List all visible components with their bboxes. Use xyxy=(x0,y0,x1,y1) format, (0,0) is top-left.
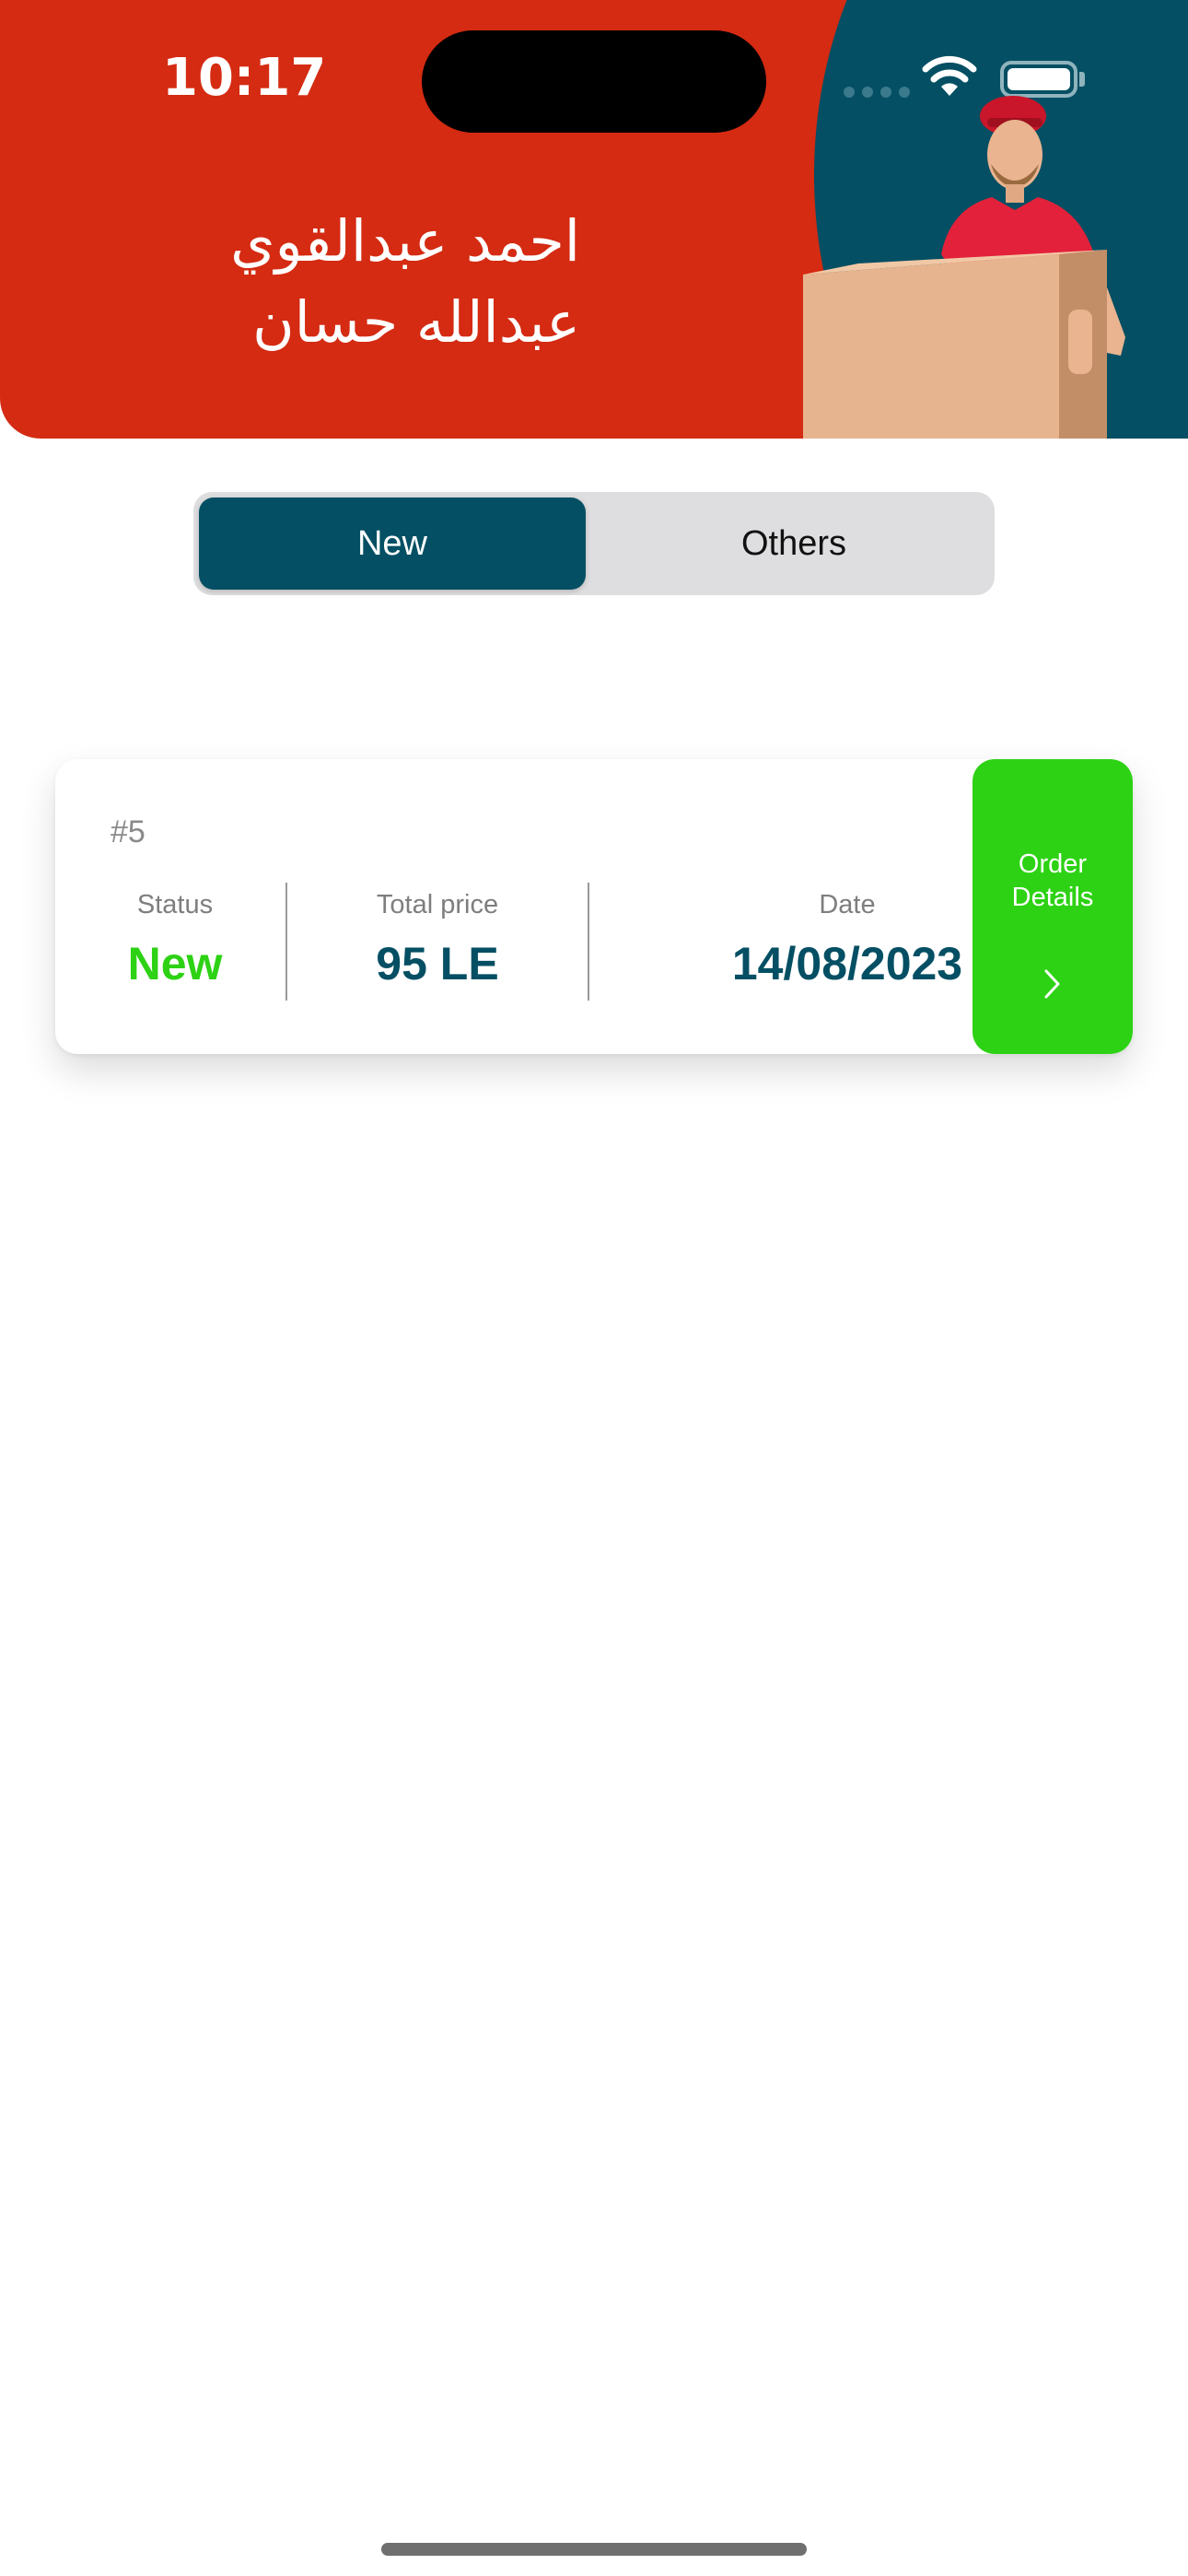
tab-new[interactable]: New xyxy=(199,498,586,590)
order-details-button[interactable]: Order Details xyxy=(973,759,1133,1054)
order-card[interactable]: #5 Status New Total price 95 LE Date 14/… xyxy=(55,759,1133,1054)
order-filter-tabs: New Others xyxy=(193,492,995,595)
tab-others[interactable]: Others xyxy=(600,498,987,590)
dynamic-island xyxy=(422,30,766,133)
status-value: New xyxy=(127,938,223,989)
order-status-column: Status New xyxy=(92,890,258,990)
order-details-label: Order Details xyxy=(1011,849,1094,912)
battery-tip xyxy=(1079,72,1085,87)
delivery-courier-image xyxy=(803,96,1125,439)
chevron-right-icon xyxy=(1044,969,1060,999)
order-id: #5 xyxy=(111,814,146,849)
price-value: 95 LE xyxy=(376,938,499,989)
header-banner: 10:17 احمد عبدالقوي عبدالله حسان xyxy=(0,0,1188,439)
order-price-column: Total price 95 LE xyxy=(313,890,562,990)
status-time: 10:17 xyxy=(162,48,327,108)
column-divider xyxy=(588,883,589,1001)
status-label: Status xyxy=(136,890,214,919)
home-indicator[interactable] xyxy=(381,2543,807,2556)
column-divider xyxy=(285,883,287,1001)
price-label: Total price xyxy=(376,890,499,919)
driver-name: احمد عبدالقوي عبدالله حسان xyxy=(230,207,580,356)
